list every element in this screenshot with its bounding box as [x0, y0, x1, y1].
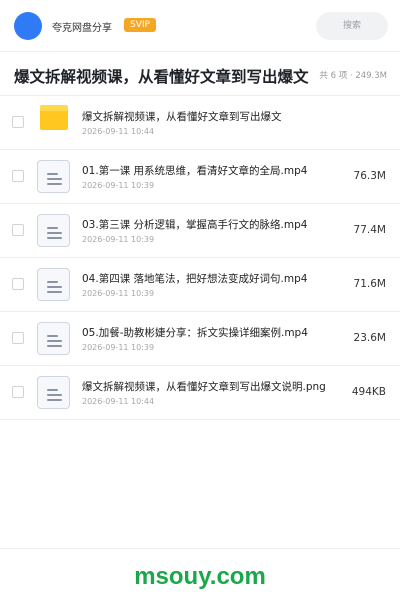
file-date: 2026-09-11 10:39	[82, 343, 155, 352]
file-icon	[37, 160, 70, 193]
list-item[interactable]: 01.第一课 用系统思维，看清好文章的全局.mp4 2026-09-11 10:…	[0, 150, 400, 204]
file-name: 01.第一课 用系统思维，看清好文章的全局.mp4	[82, 165, 308, 177]
list-item[interactable]: 03.第三课 分析逻辑，掌握高手行文的脉络.mp4 2026-09-11 10:…	[0, 204, 400, 258]
file-date: 2026-09-11 10:39	[82, 235, 155, 244]
watermark-text: msouy.com	[134, 563, 266, 590]
select-checkbox[interactable]	[12, 386, 24, 398]
list-item[interactable]: 04.第四课 落地笔法，把好想法变成好词句.mp4 2026-09-11 10:…	[0, 258, 400, 312]
svip-badge: SVIP	[124, 18, 156, 32]
list-item[interactable]: 爆文拆解视频课，从看懂好文章到写出爆文说明.png 2026-09-11 10:…	[0, 366, 400, 420]
file-name: 04.第四课 落地笔法，把好想法变成好词句.mp4	[82, 273, 308, 285]
file-name: 爆文拆解视频课，从看懂好文章到写出爆文	[82, 111, 282, 123]
avatar[interactable]	[14, 12, 42, 40]
file-icon	[37, 322, 70, 355]
folder-header: 爆文拆解视频课，从看懂好文章到写出爆文 共 6 项 · 249.3M	[0, 52, 400, 96]
file-date: 2026-09-11 10:39	[82, 289, 155, 298]
list-item[interactable]: 爆文拆解视频课，从看懂好文章到写出爆文 2026-09-11 10:44	[0, 96, 400, 150]
file-name: 爆文拆解视频课，从看懂好文章到写出爆文说明.png	[82, 381, 326, 393]
select-checkbox[interactable]	[12, 116, 24, 128]
page-title: 爆文拆解视频课，从看懂好文章到写出爆文	[14, 68, 309, 86]
file-icon	[37, 268, 70, 301]
footer: msouy.com	[0, 548, 400, 600]
file-size: 76.3M	[353, 170, 386, 182]
file-name: 03.第三课 分析逻辑，掌握高手行文的脉络.mp4	[82, 219, 308, 231]
file-list: 爆文拆解视频课，从看懂好文章到写出爆文 2026-09-11 10:44 01.…	[0, 96, 400, 420]
file-name: 05.加餐-助教彬婕分享：拆文实操详细案例.mp4	[82, 327, 308, 339]
file-icon	[37, 376, 70, 409]
select-checkbox[interactable]	[12, 278, 24, 290]
folder-icon	[40, 105, 68, 130]
file-size: 23.6M	[353, 332, 386, 344]
select-checkbox[interactable]	[12, 332, 24, 344]
list-item[interactable]: 05.加餐-助教彬婕分享：拆文实操详细案例.mp4 2026-09-11 10:…	[0, 312, 400, 366]
top-bar: 夸克网盘分享 SVIP 搜索	[0, 0, 400, 52]
file-size: 494KB	[351, 386, 386, 398]
brand-name: 夸克网盘分享	[52, 23, 112, 34]
select-checkbox[interactable]	[12, 224, 24, 236]
file-date: 2026-09-11 10:39	[82, 181, 155, 190]
file-date: 2026-09-11 10:44	[82, 397, 155, 406]
file-date: 2026-09-11 10:44	[82, 127, 155, 136]
select-checkbox[interactable]	[12, 170, 24, 182]
file-size: 77.4M	[353, 224, 386, 236]
file-icon	[37, 214, 70, 247]
file-size: 71.6M	[353, 278, 386, 290]
folder-meta: 共 6 项 · 249.3M	[319, 71, 387, 81]
search-input[interactable]: 搜索	[316, 12, 388, 40]
